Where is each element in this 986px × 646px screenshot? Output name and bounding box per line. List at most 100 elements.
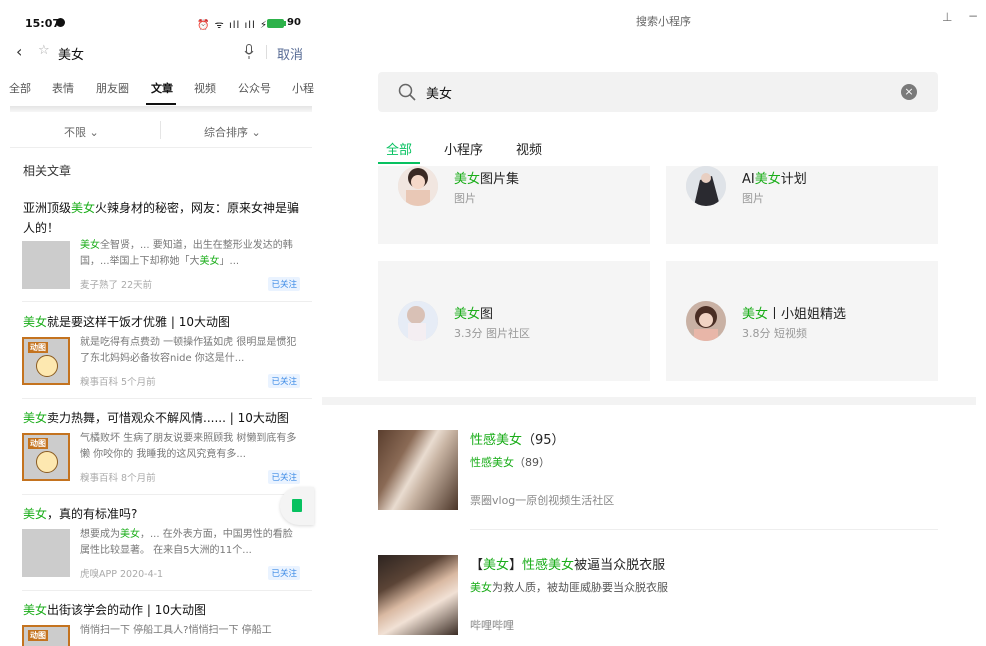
tab-all[interactable]: 全部 [386,139,412,158]
divider [266,45,267,59]
gif-thumbnail: 动图 [22,337,70,385]
app-name: AI美女计划 [742,172,807,187]
mini-program-search-window: 搜索小程序 ⊥ − 美女 × 全部 小程序 视频 美女图片集 图片 AI美女计划… [322,0,986,646]
article-thumbnail [22,529,70,577]
following-badge: 已关注 [268,470,300,484]
cancel-button[interactable]: 取消 [277,44,303,63]
divider [22,590,312,591]
mini-program-card[interactable]: 美女图片集 图片 [378,166,650,244]
tab-mini-programs[interactable]: 小程 [292,80,314,96]
gif-label: 动图 [28,438,48,449]
active-tab-indicator [146,103,176,105]
gif-label: 动图 [28,630,48,641]
article-title: 美女卖力热舞，可惜观众不解风情...... | 10大动图 [23,411,289,425]
cartoon-face-icon [36,355,58,377]
app-rating: 3.3分 图片社区 [454,327,530,340]
video-thumbnail [378,430,458,510]
app-name: 美女图 [454,307,494,322]
app-category: 图片 [742,192,764,205]
article-meta: 糗事百科 5个月前 [80,377,156,388]
article-item[interactable]: 亚洲顶级美女火辣身材的秘密，网友：原来女神是骗人的！ 美女全智贤，... 要知道… [10,198,312,302]
tab-all[interactable]: 全部 [9,80,31,96]
gif-label: 动图 [28,342,48,353]
time-filter-dropdown[interactable]: 不限 ⌄ [64,124,99,140]
tab-stickers[interactable]: 表情 [52,80,74,96]
active-tab-indicator [378,162,420,164]
phone-search-input[interactable]: 美女 [58,44,84,63]
back-icon[interactable]: ‹ [16,42,22,61]
notification-icon [56,18,65,27]
app-name: 美女图片集 [454,172,520,187]
clear-icon[interactable]: × [901,84,917,100]
minimize-icon[interactable]: − [968,9,978,23]
video-subtitle: 性感美女（89） [470,456,550,469]
article-meta: 虎嗅APP 2020-4-1 [80,569,164,580]
app-rating: 3.8分 短视频 [742,327,807,340]
video-result[interactable]: 性感美女（95） 性感美女（89） 票圈vlog一原创视频生活社区 [378,430,938,510]
gif-thumbnail: 动图 [22,625,70,646]
article-snippet: 美女全智贤，... 要知道，出生在整形业发达的韩国，...举国上下却称她「大美女… [80,240,293,267]
pin-icon[interactable]: ⊥ [942,10,952,24]
gif-thumbnail: 动图 [22,433,70,481]
tab-mini-programs[interactable]: 小程序 [444,139,483,158]
phone-search-bar: ‹ ☆ 美女 取消 [0,40,322,66]
article-title: 美女就是要这样干饭才优雅 | 10大动图 [23,315,230,329]
article-snippet: 就是吃得有点费劲 一顿操作猛如虎 很明显是惯犯了东北妈妈必备妆容nide 你这是… [80,337,297,364]
star-icon[interactable]: ☆ [38,43,50,58]
phone-search-screen: 15:07 ⏰ ᯤ ıll ıll ⚡ 90 ‹ ☆ 美女 取消 全部 表情 朋… [0,0,322,646]
article-item[interactable]: 美女就是要这样干饭才优雅 | 10大动图 动图 就是吃得有点费劲 一顿操作猛如虎… [10,312,312,404]
article-item[interactable]: 美女出街该学会的动作 | 10大动图 动图 悄悄扫一下 停船工具人?悄悄扫一下 … [10,600,312,646]
video-source: 哔哩哔哩 [470,619,514,632]
article-title: 美女，真的有标准吗? [23,507,138,521]
floating-action-button[interactable] [280,487,314,525]
following-badge: 已关注 [268,374,300,388]
search-value: 美女 [426,87,453,102]
tab-official-accounts[interactable]: 公众号 [238,80,271,96]
article-snippet: 气橘败坏 生病了朋友说要来照顾我 树懒到底有多懒 你咬你的 我睡我的这风究竟有多… [80,433,297,460]
window-title: 搜索小程序 [636,15,691,28]
sort-dropdown[interactable]: 综合排序 ⌄ [204,124,261,140]
tab-moments[interactable]: 朋友圈 [96,80,129,96]
divider [22,398,312,399]
tab-videos[interactable]: 视频 [516,139,542,158]
video-source: 票圈vlog一原创视频生活社区 [470,494,615,507]
article-snippet: 悄悄扫一下 停船工具人?悄悄扫一下 停船工 [80,625,272,636]
mini-program-card[interactable]: 美女图 3.3分 图片社区 [378,261,650,381]
app-category: 图片 [454,192,476,205]
article-item[interactable]: 美女卖力热舞，可惜观众不解风情...... | 10大动图 动图 气橘败坏 生病… [10,408,312,500]
article-item[interactable]: 美女，真的有标准吗? 想要成为美女，... 在外表方面，中国男性的看脸属性比较显… [10,504,312,596]
divider [470,529,938,530]
section-divider [322,397,976,405]
article-title: 亚洲顶级美女火辣身材的秘密，网友：原来女神是骗人的！ [23,201,300,235]
app-avatar [398,301,438,341]
phone-tab-bar: 全部 表情 朋友圈 文章 视频 公众号 小程 [0,78,322,105]
app-avatar [398,166,438,206]
result-tabs: 全部 小程序 视频 [378,136,938,166]
battery-tip [284,21,286,26]
mini-program-card[interactable]: AI美女计划 图片 [666,166,938,244]
following-badge: 已关注 [268,566,300,580]
divider [22,301,312,302]
video-subtitle: 美女为救人质，被劫匪威胁要当众脱衣服 [470,581,668,594]
status-bar: 15:07 ⏰ ᯤ ıll ıll ⚡ 90 [0,0,322,40]
tab-articles[interactable]: 文章 [151,80,173,96]
section-title: 相关文章 [23,164,72,178]
app-name: 美女丨小姐姐精选 [742,307,847,322]
battery-icon [267,19,284,28]
article-thumbnail [22,241,70,289]
document-icon [292,499,302,512]
status-icons: ⏰ ᯤ ıll ıll ⚡ [197,20,268,31]
battery-level: 90 [287,17,301,28]
video-title: 性感美女（95） [470,433,565,448]
article-meta: 麦子熟了 22天前 [80,280,153,291]
mini-program-card[interactable]: 美女丨小姐姐精选 3.8分 短视频 [666,261,938,381]
cartoon-face-icon [36,451,58,473]
video-thumbnail [378,555,458,635]
app-avatar [686,166,726,206]
article-snippet: 想要成为美女，... 在外表方面，中国男性的看脸属性比较显著。 在来自5大洲的1… [80,529,293,556]
search-input[interactable]: 美女 × [378,72,938,112]
article-title: 美女出街该学会的动作 | 10大动图 [23,603,206,617]
tab-videos[interactable]: 视频 [194,80,216,96]
video-result[interactable]: 【美女】性感美女被逼当众脱衣服 美女为救人质，被劫匪威胁要当众脱衣服 哔哩哔哩 [378,555,938,635]
microphone-icon[interactable] [244,44,254,60]
